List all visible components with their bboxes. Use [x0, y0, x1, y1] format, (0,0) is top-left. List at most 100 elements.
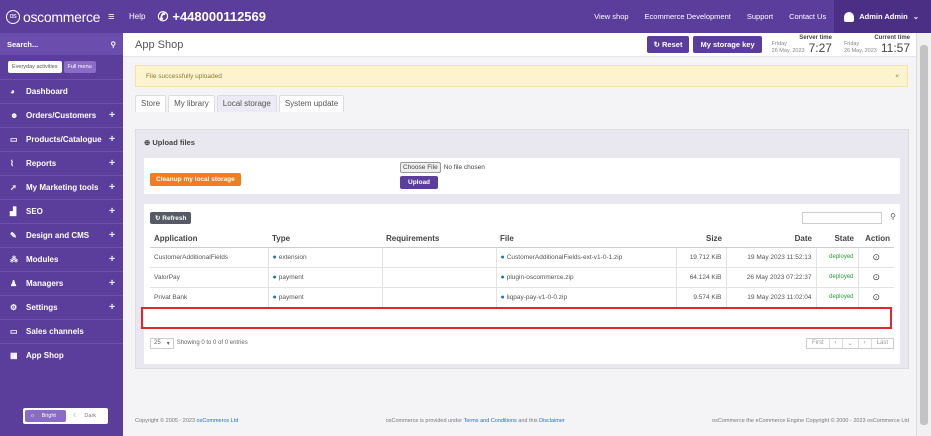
- file-text: CustomerAdditionalFields-ext-v1-0-1.zip: [506, 253, 623, 261]
- sidebar-item-dashboard[interactable]: ◕ Dashboard: [0, 79, 123, 103]
- phone-number[interactable]: ✆ +448000112569: [157, 9, 266, 25]
- sidebar-item-products-catalogue[interactable]: ▭ Products/Catalogue +: [0, 127, 123, 151]
- search-input[interactable]: Search...: [7, 40, 38, 49]
- sidebar-item-seo[interactable]: ▟ SEO +: [0, 199, 123, 223]
- sidebar-item-label: Managers: [26, 279, 64, 288]
- oscommerce-ltd-link[interactable]: osCommerce Ltd: [197, 418, 239, 424]
- upload-files-title: ⊕ Upload files: [144, 138, 900, 154]
- column-header-file[interactable]: File: [496, 230, 676, 248]
- full-menu-button[interactable]: Full menu: [63, 61, 96, 73]
- sidebar-item-app-shop[interactable]: ▦ App Shop: [0, 343, 123, 367]
- info-icon: ●: [272, 253, 277, 261]
- footer: Copyright © 2005 - 2023 osCommerce Ltd o…: [135, 418, 909, 424]
- apps-table: Application Type Requirements File Size …: [150, 230, 894, 308]
- upload-button[interactable]: Upload: [400, 176, 439, 189]
- pager-prev-icon[interactable]: ‹: [830, 338, 843, 348]
- plus-icon: +: [109, 182, 115, 193]
- sidebar-item-managers[interactable]: ♟ Managers +: [0, 271, 123, 295]
- table-search-input[interactable]: [802, 212, 882, 224]
- column-header-type[interactable]: Type: [268, 230, 382, 248]
- action-icon[interactable]: ⊙: [858, 287, 894, 308]
- action-icon[interactable]: ⊙: [858, 267, 894, 288]
- sidebar-item-label: SEO: [26, 207, 43, 216]
- search-icon[interactable]: ⚲: [111, 40, 117, 49]
- upload-area: Cleanup my local storage Choose File No …: [144, 158, 900, 194]
- theme-switch: ☼ Bright ☾ Dark: [23, 408, 109, 424]
- sidebar-item-reports[interactable]: ⌇ Reports +: [0, 151, 123, 175]
- sidebar-item-label: Design and CMS: [26, 231, 90, 240]
- table-row[interactable]: CustomerAdditionalFields ● extension ● Cus…: [150, 247, 894, 268]
- hamburger-icon[interactable]: ≡: [108, 11, 114, 23]
- sidebar-item-orders-customers[interactable]: ☻ Orders/Customers +: [0, 103, 123, 127]
- search-icon[interactable]: ⚲: [890, 212, 896, 221]
- footer-copyright: Copyright © 2005 - 2023 osCommerce Ltd: [135, 418, 238, 424]
- column-header-state[interactable]: State: [816, 230, 858, 248]
- sidebar-item-label: Orders/Customers: [26, 111, 97, 120]
- column-header-size[interactable]: Size: [676, 230, 726, 248]
- server-time-value: 7:27: [808, 40, 832, 55]
- pager-next-icon[interactable]: ›: [859, 338, 872, 348]
- copyright-text: Copyright © 2005 - 2023: [135, 418, 196, 424]
- table-row[interactable]: Privat Bank ● payment ● liqpay-pay-v1-0-0.…: [150, 287, 894, 308]
- scrollbar[interactable]: [916, 33, 931, 436]
- sidebar-item-design-cms[interactable]: ✎ Design and CMS +: [0, 223, 123, 247]
- sidebar-item-settings[interactable]: ⚙ Settings +: [0, 295, 123, 319]
- cell-type: ● payment: [268, 287, 383, 308]
- support-link[interactable]: Support: [739, 12, 781, 21]
- refresh-icon: ↻: [653, 40, 660, 49]
- view-shop-link[interactable]: View shop: [586, 12, 636, 21]
- table-row[interactable]: ValorPay ● payment ● plugin-oscommerce.zip…: [150, 267, 894, 288]
- action-icon[interactable]: ⊙: [858, 247, 894, 268]
- phone-text: +448000112569: [172, 9, 266, 24]
- cell-type: ● payment: [268, 267, 383, 288]
- user-menu[interactable]: Admin Admin ⌄: [834, 0, 931, 33]
- column-header-application[interactable]: Application: [150, 230, 268, 248]
- theme-dark-button[interactable]: ☾ Dark: [68, 410, 106, 422]
- tab-local-storage[interactable]: Local storage: [216, 95, 277, 112]
- terms-link[interactable]: Terms and Conditions: [464, 418, 517, 424]
- pager-last-button[interactable]: Last: [872, 339, 893, 348]
- disclaimer-link[interactable]: Disclaimer: [539, 418, 565, 424]
- reset-button[interactable]: ↻ Reset: [646, 36, 690, 53]
- sidebar-item-modules[interactable]: ⁂ Modules +: [0, 247, 123, 271]
- user-icon: [844, 11, 855, 22]
- tab-store[interactable]: Store: [135, 95, 167, 112]
- sidebar-search[interactable]: Search... ⚲: [0, 33, 123, 55]
- theme-bright-button[interactable]: ☼ Bright: [25, 410, 66, 422]
- plus-icon: +: [109, 110, 115, 121]
- tab-my-library[interactable]: My library: [168, 95, 215, 112]
- server-date: 26 May, 2023: [771, 47, 805, 54]
- ecommerce-development-link[interactable]: Ecommerce Development: [637, 12, 739, 21]
- my-storage-key-button[interactable]: My storage key: [693, 36, 762, 53]
- upload-title-text: Upload files: [152, 138, 195, 147]
- close-icon[interactable]: ×: [895, 73, 899, 80]
- per-page-select[interactable]: 25 ▾: [150, 337, 174, 349]
- tabs: Store My library Local storage System up…: [135, 95, 916, 112]
- tab-system-update[interactable]: System update: [278, 95, 345, 112]
- pager-first-button[interactable]: First: [807, 338, 830, 348]
- apps-table-area: ↻ Refresh ⚲ Application Type Requirement…: [144, 204, 900, 364]
- choose-file-button[interactable]: Choose File: [400, 162, 441, 173]
- logo[interactable]: os oscommerce ≡: [0, 0, 123, 33]
- info-icon: ●: [500, 273, 505, 281]
- sidebar-item-marketing-tools[interactable]: ➚ My Marketing tools +: [0, 175, 123, 199]
- help-link[interactable]: Help: [129, 12, 145, 21]
- info-icon: ●: [272, 293, 277, 301]
- plus-icon: +: [109, 134, 115, 145]
- contact-us-link[interactable]: Contact Us: [781, 12, 834, 21]
- refresh-button[interactable]: ↻ Refresh: [150, 212, 192, 224]
- sidebar-item-sales-channels[interactable]: ▭ Sales channels: [0, 319, 123, 343]
- column-header-requirements[interactable]: Requirements: [382, 230, 496, 248]
- no-file-chosen-text: No file chosen: [443, 164, 485, 171]
- cleanup-storage-button[interactable]: Cleanup my local storage: [150, 173, 241, 186]
- pager-current-icon[interactable]: ⌄: [843, 338, 859, 348]
- theme-dark-label: Dark: [84, 413, 97, 419]
- cell-date: 19 May 2023 11:52:13: [726, 247, 817, 268]
- gear-icon: ⚙: [10, 303, 18, 312]
- footer-engine-copyright: osCommerce the eCommerce Engine Copyrigh…: [712, 418, 909, 424]
- scrollbar-thumb[interactable]: [920, 45, 928, 425]
- column-header-date[interactable]: Date: [726, 230, 816, 248]
- sidebar-item-label: Products/Catalogue: [26, 135, 102, 144]
- everyday-activities-button[interactable]: Everyday activities: [8, 61, 62, 73]
- chevron-down-icon: ⌄: [912, 12, 919, 21]
